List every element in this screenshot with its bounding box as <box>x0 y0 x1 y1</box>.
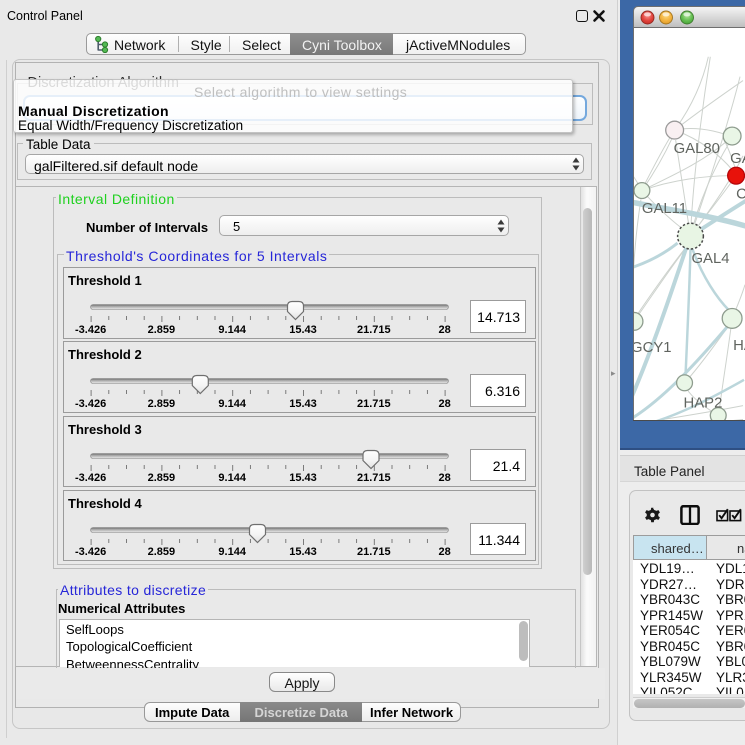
svg-text:GAL11: GAL11 <box>642 200 687 216</box>
svg-text:GCY1: GCY1 <box>634 340 671 356</box>
svg-text:GAL: GAL <box>730 150 745 166</box>
svg-text:HA: HA <box>733 338 745 354</box>
svg-text:GAL80: GAL80 <box>674 140 720 156</box>
svg-text:CD: CD <box>736 186 745 202</box>
svg-text:HAP2: HAP2 <box>684 395 723 411</box>
svg-text:GAL4: GAL4 <box>691 250 729 266</box>
